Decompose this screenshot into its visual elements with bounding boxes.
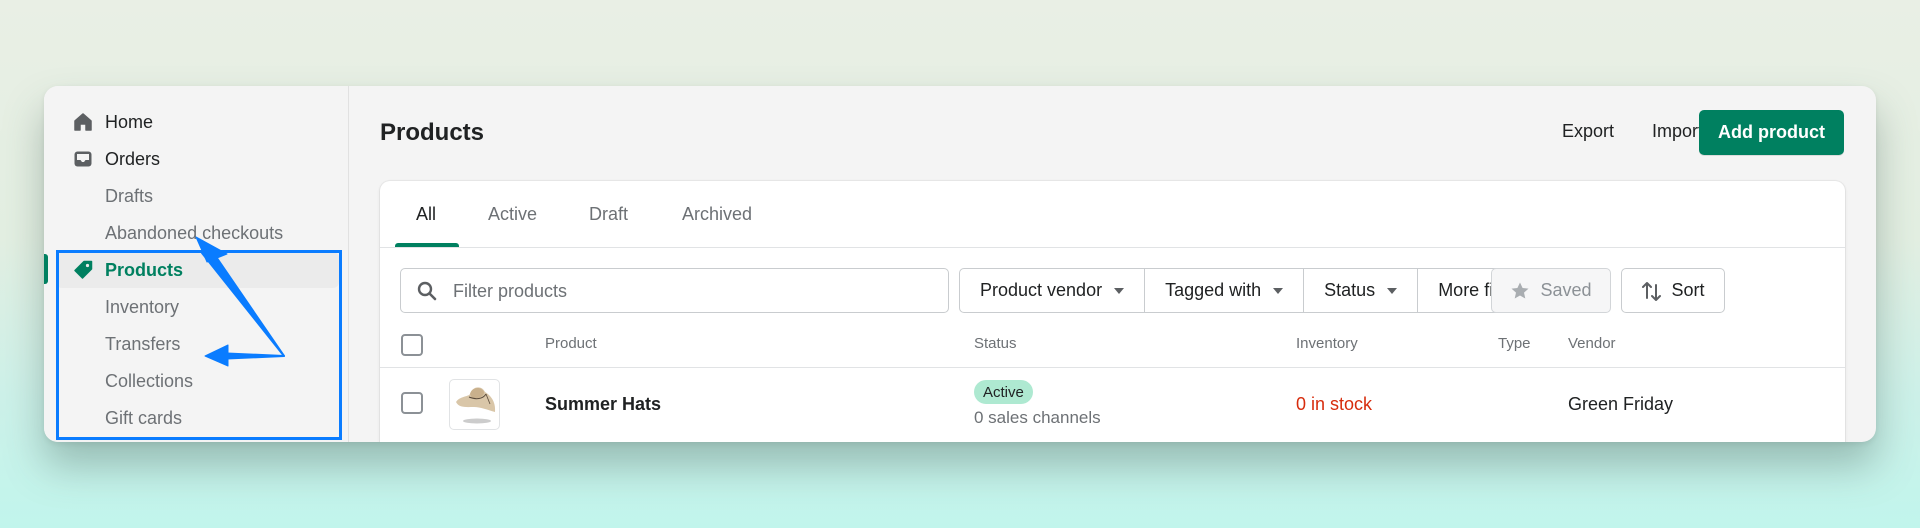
saved-label: Saved bbox=[1540, 280, 1592, 300]
search-placeholder: Filter products bbox=[453, 281, 568, 301]
tab-draft[interactable]: Draft bbox=[589, 204, 628, 225]
sidebar-item-abandoned-checkouts[interactable]: Abandoned checkouts bbox=[56, 215, 339, 251]
hat-image bbox=[456, 387, 496, 424]
sidebar: Home Orders Drafts Abandoned checkouts P… bbox=[44, 86, 349, 442]
admin-window: Home Orders Drafts Abandoned checkouts P… bbox=[44, 86, 1876, 442]
sidebar-item-home[interactable]: Home bbox=[56, 104, 339, 140]
tagged-with-filter[interactable]: Tagged with bbox=[1145, 269, 1305, 312]
row-checkbox[interactable] bbox=[401, 392, 423, 414]
import-button[interactable]: Import bbox=[1652, 121, 1703, 142]
table-header-row: Product Status Inventory Type Vendor bbox=[380, 322, 1845, 368]
product-thumbnail bbox=[449, 379, 500, 430]
column-header-inventory[interactable]: Inventory bbox=[1296, 335, 1358, 352]
caret-down-icon bbox=[1114, 287, 1125, 294]
caret-down-icon bbox=[1387, 287, 1398, 294]
home-icon bbox=[72, 111, 94, 133]
inventory-status: 0 in stock bbox=[1296, 394, 1373, 414]
column-header-product[interactable]: Product bbox=[545, 335, 597, 352]
sidebar-item-orders[interactable]: Orders bbox=[56, 141, 339, 177]
products-card: All Active Draft Archived Filter product… bbox=[380, 181, 1845, 442]
vendor-name: Green Friday bbox=[1568, 394, 1674, 414]
status-filter[interactable]: Status bbox=[1304, 269, 1419, 312]
table-row[interactable]: Summer Hats Active 0 sales channels 0 in… bbox=[380, 368, 1845, 442]
tab-archived[interactable]: Archived bbox=[682, 204, 752, 225]
sidebar-item-drafts[interactable]: Drafts bbox=[56, 178, 339, 214]
tab-all[interactable]: All bbox=[416, 204, 436, 225]
active-tab-indicator bbox=[395, 243, 459, 247]
filter-label: Status bbox=[1324, 280, 1376, 300]
sidebar-item-label: Abandoned checkouts bbox=[105, 222, 284, 243]
caret-down-icon bbox=[1273, 287, 1284, 294]
sidebar-item-label: Home bbox=[105, 111, 154, 132]
filter-products-input[interactable]: Filter products bbox=[400, 268, 949, 313]
column-header-type[interactable]: Type bbox=[1498, 335, 1531, 352]
sort-button[interactable]: Sort bbox=[1621, 268, 1725, 313]
sales-channels-text: 0 sales channels bbox=[974, 408, 1101, 427]
tab-bar: All Active Draft Archived bbox=[380, 181, 1845, 248]
sidebar-item-label: Drafts bbox=[105, 185, 154, 206]
sidebar-item-label: Orders bbox=[105, 148, 161, 169]
star-icon bbox=[1511, 282, 1529, 298]
select-all-checkbox[interactable] bbox=[401, 334, 423, 356]
active-indicator bbox=[44, 254, 48, 284]
column-header-vendor[interactable]: Vendor bbox=[1568, 335, 1616, 352]
add-product-button[interactable]: Add product bbox=[1699, 110, 1844, 155]
product-name-link[interactable]: Summer Hats bbox=[545, 394, 661, 415]
page-title: Products bbox=[380, 119, 485, 146]
status-badge: Active bbox=[974, 380, 1033, 404]
product-vendor-filter[interactable]: Product vendor bbox=[960, 269, 1146, 312]
annotation-highlight-box bbox=[56, 250, 342, 440]
column-header-status[interactable]: Status bbox=[974, 335, 1017, 352]
sort-arrows-icon bbox=[1642, 281, 1662, 301]
filter-button-group: Product vendor Tagged with Status More f… bbox=[959, 268, 1549, 313]
tab-active[interactable]: Active bbox=[488, 204, 537, 225]
inbox-icon bbox=[72, 148, 94, 170]
filter-label: Tagged with bbox=[1165, 280, 1262, 300]
saved-button[interactable]: Saved bbox=[1491, 268, 1611, 313]
search-icon bbox=[417, 281, 437, 306]
main-content: Products Export Import Add product All A… bbox=[349, 86, 1876, 442]
export-button[interactable]: Export bbox=[1562, 121, 1614, 142]
sort-label: Sort bbox=[1671, 280, 1705, 300]
filter-label: Product vendor bbox=[980, 280, 1103, 300]
